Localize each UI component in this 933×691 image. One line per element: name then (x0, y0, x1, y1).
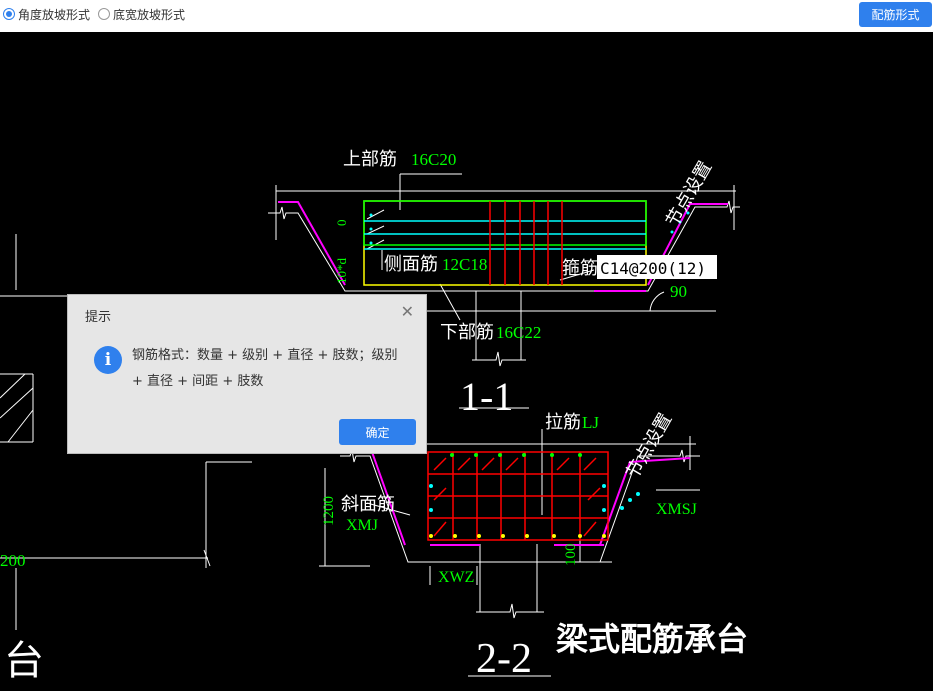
xmsj-label: XMSJ (656, 501, 697, 518)
dialog-title: 提示 (85, 310, 112, 325)
hint-dialog: 提示 ✕ i 钢筋格式：数量 + 级别 + 直径 + 肢数；级别 + 直径 + … (67, 294, 427, 454)
ok-button[interactable]: 确定 (339, 419, 416, 445)
config-form-button[interactable]: 配筋形式 (859, 2, 932, 27)
dim-100: 100 (563, 544, 579, 567)
bottom-bar-label: 下部筋 (440, 322, 494, 342)
close-icon[interactable]: ✕ (401, 304, 414, 320)
tie-bar-value: LJ (582, 413, 599, 432)
stirrup-label: 箍筋 (562, 258, 598, 278)
angle-value: 90 (670, 282, 687, 301)
radio-angle-label: 角度放坡形式 (18, 7, 91, 22)
xmj-label: XMJ (346, 517, 378, 534)
left-tai-text: 台 (4, 638, 44, 684)
dialog-message: 钢筋格式：数量 + 级别 + 直径 + 肢数；级别 + 直径 + 间距 + 肢数 (132, 348, 398, 389)
section-1-1-title: 1-1 (460, 374, 513, 419)
top-bar-label: 上部筋 (343, 149, 397, 169)
tie-bar-label: 拉筋 (545, 412, 581, 432)
radio-unselected-icon (98, 8, 110, 20)
section-2-2-title: 2-2 (476, 636, 532, 682)
radio-angle-slope[interactable]: 角度放坡形式 (3, 5, 90, 23)
radio-width-slope[interactable]: 底宽放坡形式 (98, 5, 185, 23)
bottom-bar-value: 16C22 (496, 323, 541, 342)
dim-10d: 10*d (334, 258, 349, 285)
side-bar-value: 12C18 (442, 255, 487, 274)
slope-bar-label: 斜面筋 (341, 494, 395, 514)
radio-selected-icon (3, 8, 15, 20)
xwz-label: XWZ (438, 569, 474, 586)
side-bar-label: 侧面筋 (384, 254, 438, 274)
dim-1200: 1200 (321, 496, 337, 526)
top-bar-value: 16C20 (411, 150, 456, 169)
toolbar: 角度放坡形式 底宽放坡形式 配筋形式 (0, 0, 933, 32)
left-dim-200: 200 (0, 551, 26, 570)
drawing-caption: 梁式配筋承台 (556, 620, 748, 658)
info-icon: i (94, 346, 122, 374)
node-setting-label: 节点设置 (662, 158, 715, 230)
dim-zero: 0 (334, 220, 349, 227)
stirrup-value: C14@200(12) (600, 259, 706, 278)
radio-width-label: 底宽放坡形式 (113, 7, 186, 22)
node-setting-label-2: 节点设置 (622, 410, 675, 482)
